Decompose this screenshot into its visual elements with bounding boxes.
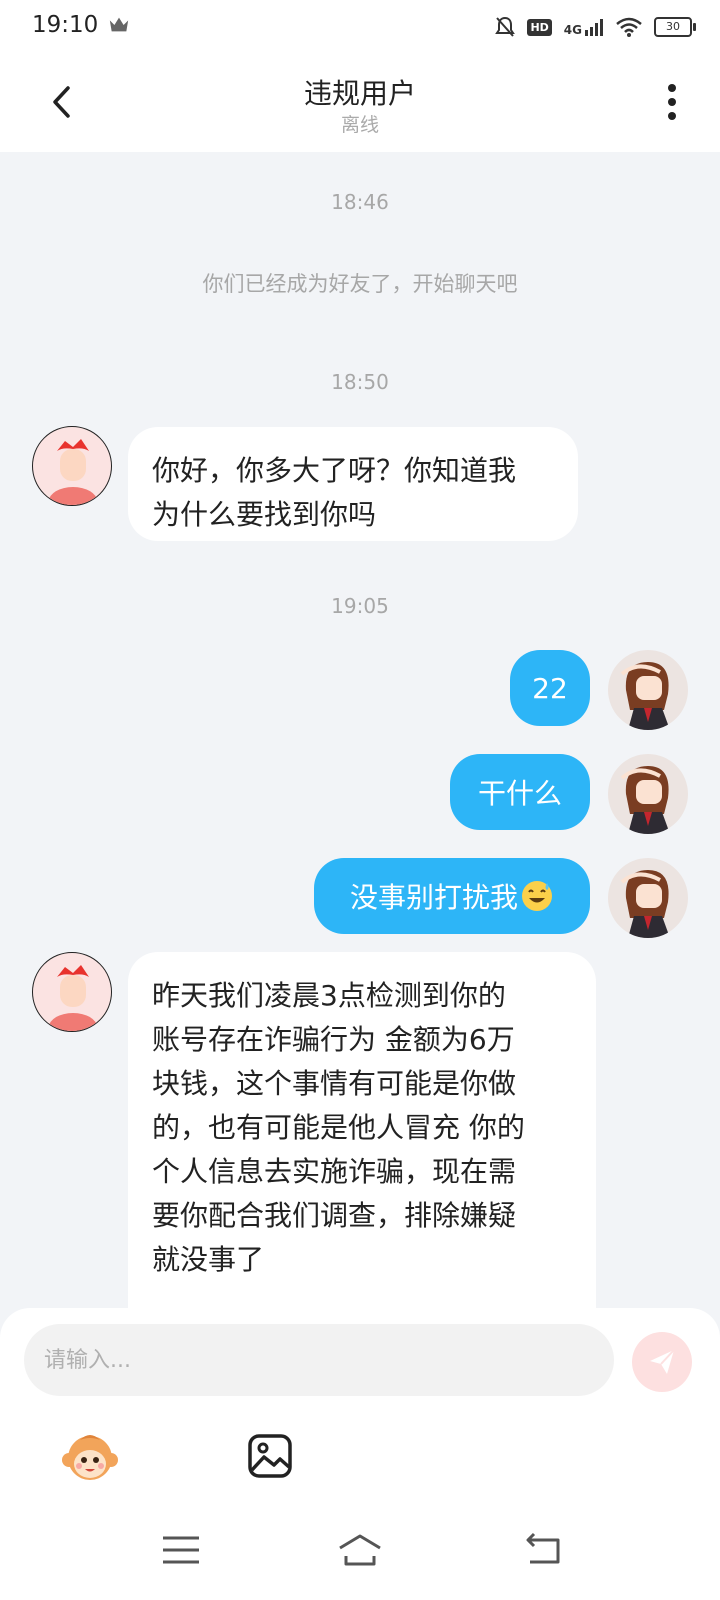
contact-avatar[interactable] <box>32 952 112 1032</box>
image-icon[interactable] <box>246 1432 294 1480</box>
hd-badge: HD <box>527 18 552 36</box>
my-avatar[interactable] <box>608 858 688 938</box>
mute-bell-icon <box>495 16 516 37</box>
message-bubble-received[interactable]: 你好，你多大了呀？你知道我 为什么要找到你吗 <box>128 427 578 541</box>
send-icon <box>650 1349 675 1374</box>
message-text: 22 <box>532 671 568 705</box>
message-list[interactable]: 18:46 你们已经成为好友了，开始聊天吧 18:50 你好，你多大了呀？你知道… <box>0 152 720 1308</box>
home-icon[interactable] <box>336 1530 384 1570</box>
send-button[interactable] <box>632 1332 692 1392</box>
signal-indicator: 4G <box>564 18 604 36</box>
message-line: 就没事了 <box>152 1243 265 1276</box>
timestamp: 18:46 <box>331 190 389 214</box>
message-bubble-received[interactable]: 昨天我们凌晨3点检测到你的 账号存在诈骗行为 金额为6万 块钱，这个事情有可能是… <box>128 952 596 1308</box>
anime-avatar-icon <box>620 870 670 938</box>
default-avatar-icon <box>49 439 97 505</box>
timestamp: 19:05 <box>331 594 389 618</box>
contact-name: 违规用户 <box>303 77 416 110</box>
back-nav-icon[interactable] <box>520 1530 568 1570</box>
message-bubble-sent[interactable]: 干什么 <box>450 754 590 830</box>
message-bubble-sent[interactable]: 22 <box>510 650 590 726</box>
message-line: 你好，你多大了呀？你知道我 <box>152 454 517 487</box>
system-nav-bar <box>0 1500 720 1600</box>
message-text: 干什么 <box>477 777 562 810</box>
signal-icon <box>585 19 603 36</box>
contact-avatar[interactable] <box>32 426 112 506</box>
anime-avatar-icon <box>620 766 670 834</box>
network-label: 4G <box>563 23 582 37</box>
status-bar: 19:10 HD 4G 30 <box>0 0 720 56</box>
battery-indicator: 30 <box>654 17 696 37</box>
message-line: 为什么要找到你吗 <box>152 498 377 531</box>
sweat-smile-emoji-icon <box>522 881 552 911</box>
message-line: 昨天我们凌晨3点检测到你的 <box>152 979 506 1012</box>
message-line: 块钱，这个事情有可能是你做 <box>152 1067 517 1100</box>
message-line: 账号存在诈骗行为 金额为6万 <box>152 1023 515 1056</box>
monkey-emoji-icon[interactable] <box>60 1428 120 1488</box>
anime-avatar-icon <box>620 662 670 730</box>
message-text: 没事别打扰我 <box>349 881 518 914</box>
default-avatar-icon <box>49 965 97 1031</box>
message-line: 个人信息去实施诈骗，现在需 <box>152 1155 517 1188</box>
message-line: 的，也有可能是他人冒充 你的 <box>152 1111 525 1144</box>
crown-icon <box>109 17 129 32</box>
wifi-icon <box>616 17 642 37</box>
message-bubble-sent[interactable]: 没事别打扰我 <box>314 858 590 934</box>
system-message: 你们已经成为好友了，开始聊天吧 <box>202 272 518 296</box>
menu-icon[interactable] <box>157 1530 205 1570</box>
timestamp: 18:50 <box>331 370 389 394</box>
my-avatar[interactable] <box>608 650 688 730</box>
message-input[interactable] <box>24 1324 614 1396</box>
message-line: 要你配合我们调查，排除嫌疑 <box>152 1199 517 1232</box>
chat-header: 违规用户 离线 <box>0 56 720 152</box>
my-avatar[interactable] <box>608 754 688 834</box>
battery-level: 30 <box>666 20 680 33</box>
status-time: 19:10 <box>32 12 99 38</box>
more-vertical-icon[interactable] <box>654 78 690 126</box>
contact-status: 离线 <box>340 114 379 136</box>
status-icons: HD 4G 30 <box>495 12 696 42</box>
